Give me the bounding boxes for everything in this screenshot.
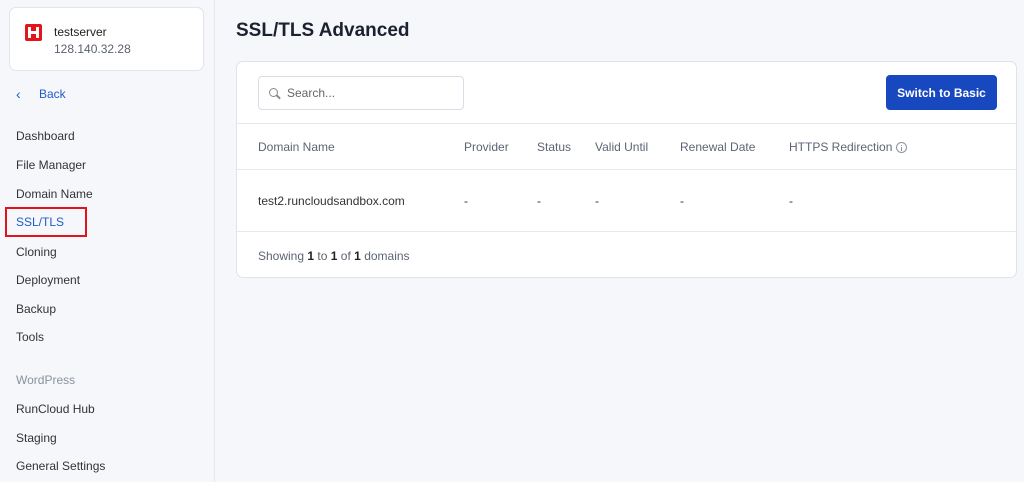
server-name: testserver: [54, 25, 107, 39]
back-link[interactable]: ‹ Back: [16, 87, 66, 101]
column-header-label: Valid Until: [595, 140, 649, 154]
server-logo-icon: [25, 24, 42, 41]
column-header-label: Renewal Date: [680, 140, 756, 154]
divider: [237, 169, 1016, 170]
pagination-to-word: to: [317, 249, 328, 263]
chevron-left-icon: ‹: [16, 86, 21, 102]
search-icon: [269, 87, 281, 99]
column-header-label: Status: [537, 140, 572, 154]
sidebar-item-file-manager[interactable]: File Manager: [16, 158, 86, 172]
divider: [237, 123, 1016, 124]
pagination-suffix: domains: [364, 249, 410, 263]
sidebar-item-deployment[interactable]: Deployment: [16, 273, 80, 287]
column-header-label: Domain Name: [258, 140, 335, 154]
column-header-provider[interactable]: Provider: [464, 140, 509, 154]
sidebar-item-cloning[interactable]: Cloning: [16, 245, 57, 259]
pagination-summary: Showing 1 to 1 of 1 domains: [258, 249, 410, 263]
pagination-prefix: Showing: [258, 249, 305, 263]
page-title: SSL/TLS Advanced: [236, 20, 410, 41]
cell-https-redirection: -: [789, 194, 793, 208]
divider: [237, 231, 1016, 232]
sidebar-section-wordpress: WordPress: [16, 373, 76, 387]
ssl-table-panel: Switch to Basic Domain Name Provider Sta…: [236, 61, 1017, 278]
server-card[interactable]: testserver 128.140.32.28: [9, 7, 204, 71]
pagination-total: 1: [354, 249, 361, 263]
sidebar-item-general-settings[interactable]: General Settings: [16, 459, 105, 473]
column-header-domain-name[interactable]: Domain Name: [258, 140, 335, 154]
cell-valid-until: -: [595, 194, 599, 208]
cell-renewal-date: -: [680, 194, 684, 208]
sidebar-item-domain-name[interactable]: Domain Name: [16, 187, 93, 201]
info-icon[interactable]: [896, 141, 908, 153]
sidebar-item-dashboard[interactable]: Dashboard: [16, 129, 75, 143]
column-header-label: Provider: [464, 140, 509, 154]
pagination-from: 1: [307, 249, 315, 263]
cell-provider: -: [464, 194, 468, 208]
cell-domain-name[interactable]: test2.runcloudsandbox.com: [258, 194, 405, 208]
column-header-label: HTTPS Redirection: [789, 140, 893, 154]
sidebar-item-tools[interactable]: Tools: [16, 330, 44, 344]
pagination-to: 1: [330, 249, 338, 263]
sidebar-item-staging[interactable]: Staging: [16, 431, 57, 445]
column-header-status[interactable]: Status: [537, 140, 571, 154]
back-label: Back: [39, 87, 66, 101]
server-ip: 128.140.32.28: [54, 42, 131, 56]
sidebar: testserver 128.140.32.28 ‹ Back Dashboar…: [0, 0, 215, 482]
column-header-renewal-date[interactable]: Renewal Date: [680, 140, 755, 154]
pagination-of-word: of: [340, 249, 351, 263]
sidebar-item-backup[interactable]: Backup: [16, 302, 56, 316]
sidebar-item-runcloud-hub[interactable]: RunCloud Hub: [16, 402, 95, 416]
sidebar-item-ssl-tls[interactable]: SSL/TLS: [16, 215, 64, 229]
search-input[interactable]: [287, 86, 457, 100]
column-header-https-redirection[interactable]: HTTPS Redirection: [789, 140, 908, 154]
switch-to-basic-button[interactable]: Switch to Basic: [886, 75, 997, 110]
column-header-valid-until[interactable]: Valid Until: [595, 140, 648, 154]
search-box[interactable]: [258, 76, 464, 110]
cell-status: -: [537, 194, 541, 208]
